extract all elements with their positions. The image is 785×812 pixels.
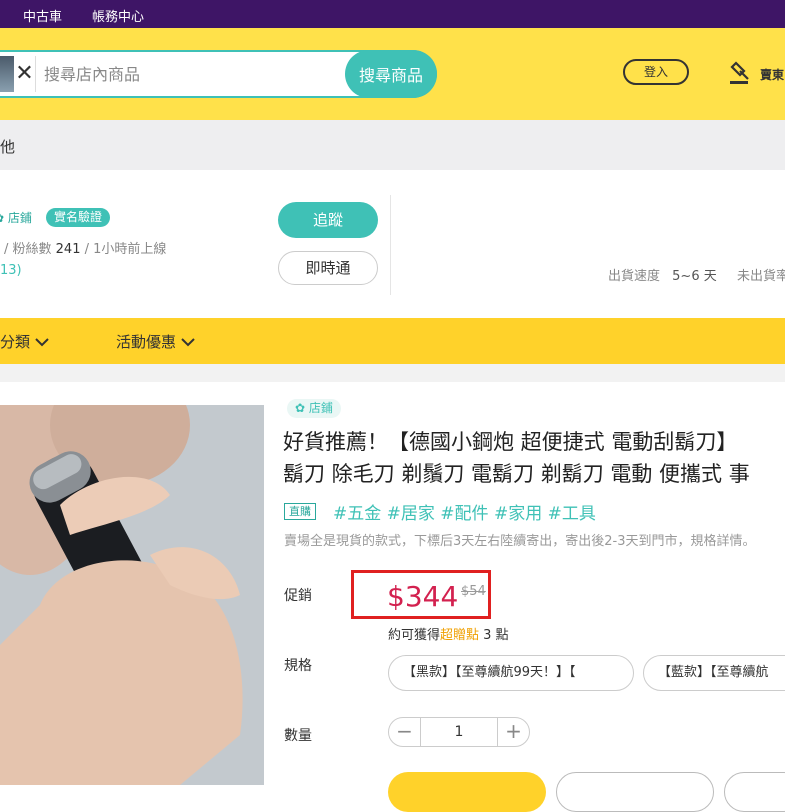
chevron-down-icon [181,338,195,347]
promotions-label: 活動優惠 [116,333,177,351]
categories-label: 分類 [0,333,31,351]
search-scope-thumbnail[interactable] [0,56,14,92]
qty-decrement-button[interactable]: − [389,718,421,746]
product-description: 賣場全是現貨的款式，下標后3天左右陸續寄出，寄出後2-3天到門市，規格詳情。 [284,534,756,549]
add-to-cart-button[interactable] [388,772,546,812]
login-button[interactable]: 登入 [623,59,689,85]
product-photo-illustration [0,405,264,785]
shop-info-panel: ✿ 店鋪 實名驗證 / 粉絲數 241 / 1小時前上線 13) 追蹤 即時通 … [0,170,785,318]
store-tag: ✿ 店鋪 [287,399,341,418]
follow-button[interactable]: 追蹤 [278,202,378,238]
direct-buy-badge: 直購 [284,503,316,520]
header: ✕ 搜尋商品 登入 賣東 [0,28,785,120]
rating-count[interactable]: 13) [0,263,22,278]
search-button[interactable]: 搜尋商品 [345,50,437,98]
verified-badge: 實名驗證 [46,208,111,227]
ship-speed: 出貨速度 5~6 天 [608,265,717,284]
stats-suffix: / 1小時前上線 [84,242,167,257]
favorite-button[interactable] [724,772,785,812]
product-title: 好貨推薦！【德國小鋼炮 超便捷式 電動刮鬍刀】 鬍刀 除毛刀 剃鬚刀 電鬍刀 剃… [283,426,785,490]
search-input[interactable] [44,60,334,88]
points-link[interactable]: 超贈點 [440,628,479,643]
search-bar: ✕ 搜尋商品 [0,50,437,98]
seller-gavel-icon[interactable] [728,59,754,87]
spec-label: 規格 [284,658,312,674]
product-tags[interactable]: #五金 #居家 #配件 #家用 #工具 [333,499,596,524]
buy-now-button[interactable] [556,772,714,812]
product-image[interactable] [0,405,264,785]
spec-option-black[interactable]: 【黑款】【至尊續航99天！】【 [388,655,634,691]
seller-link[interactable]: 賣東 [760,66,784,83]
price: $344 [387,580,459,613]
top-nav-bar: 中古車 帳務中心 [0,0,785,28]
ship-speed-value: 5~6 天 [672,269,717,284]
promotions-dropdown[interactable]: 活動優惠 [116,331,195,352]
promo-label: 促銷 [284,588,312,604]
categories-dropdown[interactable]: 分類 [0,331,49,352]
original-price: $54 [461,584,486,599]
category-crumb[interactable]: 他 [0,136,15,157]
qty-label: 數量 [284,728,312,744]
qty-input[interactable]: 1 [421,718,497,746]
category-breadcrumb-bar: 他 [0,120,785,170]
chevron-down-icon [35,338,49,347]
ship-speed-label: 出貨速度 [608,269,661,284]
close-icon[interactable]: ✕ [14,56,36,92]
spec-option-blue[interactable]: 【藍款】【至尊續航 [643,655,785,691]
points-prefix: 約可獲得 [388,628,441,643]
qty-increment-button[interactable]: + [497,718,529,746]
fans-count: 241 [55,242,81,257]
title-line-2: 鬍刀 除毛刀 剃鬚刀 電鬍刀 剃鬍刀 電動 便攜式 事 [283,462,750,486]
store-badge: ✿ 店鋪 [0,211,32,225]
unshipped-rate-label: 未出貨率 [737,269,785,284]
nav-account-center-link[interactable]: 帳務中心 [92,6,144,25]
shop-stats: / 粉絲數 241 / 1小時前上線 [4,238,166,257]
title-line-1: 好貨推薦！【德國小鋼炮 超便捷式 電動刮鬍刀】 [283,430,738,454]
chat-button[interactable]: 即時通 [278,251,378,285]
stats-prefix: / 粉絲數 [4,242,52,257]
points-info: 約可獲得超贈點 3 點 [388,624,509,643]
section-separator [0,364,785,382]
quantity-stepper: − 1 + [388,717,530,747]
shop-category-bar: 分類 活動優惠 [0,318,785,364]
divider [390,195,391,295]
nav-used-car-link[interactable]: 中古車 [23,6,62,25]
points-suffix: 3 點 [483,628,509,643]
